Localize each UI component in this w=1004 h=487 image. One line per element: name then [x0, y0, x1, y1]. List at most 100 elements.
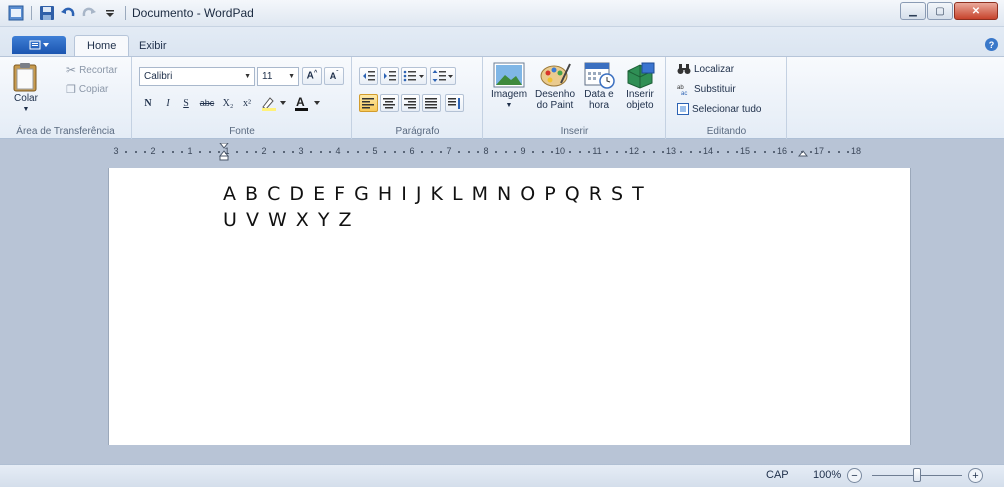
minimize-button[interactable]: ▁ — [900, 2, 926, 20]
paste-button[interactable]: Colar ▼ — [8, 61, 44, 115]
zoom-in-button[interactable]: + — [968, 468, 983, 483]
picture-icon — [493, 62, 525, 88]
redo-icon[interactable] — [81, 5, 97, 21]
ruler-tick-mark — [754, 151, 757, 153]
date-time-button[interactable]: Data e hora — [580, 61, 618, 111]
document-text-line-1: A B C D E F G H I J K L M N O P Q R S T — [223, 183, 645, 205]
ruler-tick-mark — [550, 151, 553, 153]
window-title: Documento - WordPad — [132, 6, 254, 20]
decrease-indent-button[interactable] — [359, 67, 378, 85]
ruler-tick-mark — [384, 151, 387, 153]
line-spacing-icon — [432, 70, 453, 82]
align-left-button[interactable] — [359, 94, 378, 112]
app-menu-button[interactable] — [12, 36, 66, 54]
select-all-button[interactable]: Selecionar tudo — [677, 103, 762, 115]
minus-icon: − — [851, 469, 858, 482]
close-icon: ✕ — [971, 5, 981, 17]
ruler-tick-mark — [569, 151, 572, 153]
paragraph-settings-button[interactable] — [445, 94, 464, 112]
ruler-tick-mark — [171, 151, 174, 153]
object-icon — [627, 62, 655, 89]
superscript-button[interactable]: x² — [239, 94, 255, 112]
zoom-out-button[interactable]: − — [847, 468, 862, 483]
insert-group: Imagem ▼ Desenho do Paint Data e hora In… — [484, 57, 666, 139]
increase-indent-button[interactable] — [380, 67, 399, 85]
paint-drawing-button[interactable]: Desenho do Paint — [532, 61, 578, 111]
shrink-font-button[interactable]: Aˇ — [324, 67, 344, 85]
ruler-tick-mark — [726, 151, 729, 153]
app-icon[interactable] — [8, 5, 24, 21]
ruler-tick-mark — [828, 151, 831, 153]
ruler-tick-mark — [763, 151, 766, 153]
ruler-tick-mark — [495, 151, 498, 153]
find-button[interactable]: Localizar — [677, 63, 734, 75]
cut-button[interactable]: ✂ Recortar — [66, 63, 117, 77]
insert-object-button[interactable]: Inserir objeto — [620, 61, 660, 111]
highlight-color-button[interactable] — [259, 94, 289, 112]
grow-font-icon: A^ — [306, 70, 318, 82]
insert-image-button[interactable]: Imagem ▼ — [488, 61, 530, 111]
paint-palette-icon — [540, 63, 571, 87]
font-group: Calibri ▼ 11 ▼ A^ Aˇ N I S abc X₂ x² A F… — [133, 57, 352, 139]
justify-icon — [425, 97, 437, 108]
align-center-button[interactable] — [380, 94, 399, 112]
line-spacing-button[interactable] — [430, 67, 456, 85]
ruler-tick-mark — [217, 151, 220, 153]
chevron-down-icon: ▼ — [22, 106, 30, 113]
ruler-tick-mark — [504, 151, 507, 153]
align-right-button[interactable] — [401, 94, 420, 112]
bullet-list-icon — [403, 70, 424, 82]
ruler-label: 9 — [520, 146, 526, 156]
italic-button[interactable]: I — [161, 94, 175, 112]
ruler-label: 3 — [298, 146, 304, 156]
replace-label: Substituir — [694, 83, 736, 95]
ruler-tick-mark — [800, 151, 803, 153]
close-button[interactable]: ✕ — [954, 2, 998, 20]
tab-home[interactable]: Home — [74, 35, 130, 56]
ruler-label: 11 — [592, 146, 602, 156]
help-icon[interactable]: ? — [985, 38, 998, 51]
copy-button[interactable]: ❐ Copiar — [66, 83, 108, 96]
document-text-line-2: U V W X Y Z — [223, 209, 353, 231]
ruler-tick-mark — [532, 151, 535, 153]
paragraph-group: Parágrafo — [353, 57, 483, 139]
zoom-level[interactable]: 100% — [813, 469, 841, 481]
ruler-label: 17 — [813, 146, 825, 156]
paint-label-1: Desenho — [534, 89, 576, 100]
ruler-tick-mark — [273, 151, 276, 153]
underline-button[interactable]: S — [179, 94, 193, 112]
tab-view[interactable]: Exibir — [127, 35, 179, 56]
font-family-select[interactable]: Calibri ▼ — [139, 67, 255, 86]
ruler-tick-mark — [698, 151, 701, 153]
document-page[interactable]: A B C D E F G H I J K L M N O P Q R S T … — [108, 168, 911, 445]
subscript-button[interactable]: X₂ — [220, 94, 236, 112]
zoom-slider-thumb[interactable] — [913, 468, 921, 482]
scissors-icon: ✂ — [66, 63, 77, 77]
strikethrough-button[interactable]: abc — [197, 94, 217, 112]
replace-button[interactable]: ab ac Substituir — [677, 83, 736, 96]
undo-icon[interactable] — [60, 5, 76, 21]
right-indent-marker[interactable] — [798, 143, 808, 161]
clipboard-group: Colar ▼ ✂ Recortar ❐ Copiar Área de Tran… — [0, 57, 132, 139]
font-size-select[interactable]: 11 ▼ — [257, 67, 299, 86]
grow-font-button[interactable]: A^ — [302, 67, 322, 85]
highlighter-icon — [262, 97, 286, 111]
ruler-tick-mark — [606, 151, 609, 153]
customize-qat-icon[interactable] — [102, 5, 118, 21]
align-left-icon — [362, 97, 374, 108]
save-icon[interactable] — [39, 5, 55, 21]
bullets-button[interactable] — [401, 67, 427, 85]
bold-button[interactable]: N — [141, 94, 155, 112]
minimize-icon: ▁ — [909, 5, 917, 17]
calendar-clock-icon — [584, 62, 615, 89]
text-color-button[interactable]: A — [293, 94, 323, 112]
justify-button[interactable] — [422, 94, 441, 112]
ruler-tick-mark — [735, 151, 738, 153]
ruler-label: 13 — [665, 146, 677, 156]
ruler[interactable]: 3 2 1 1 2 3 4 5 6 7 8 9 10 11 12 13 14 15 16 17 18 — [108, 143, 912, 161]
maximize-button[interactable]: ▢ — [927, 2, 953, 20]
ribbon: Colar ▼ ✂ Recortar ❐ Copiar Área de Tran… — [0, 56, 1004, 139]
paragraph-icon — [448, 97, 460, 109]
ruler-tick-mark — [282, 151, 285, 153]
ruler-tick-mark — [236, 151, 239, 153]
